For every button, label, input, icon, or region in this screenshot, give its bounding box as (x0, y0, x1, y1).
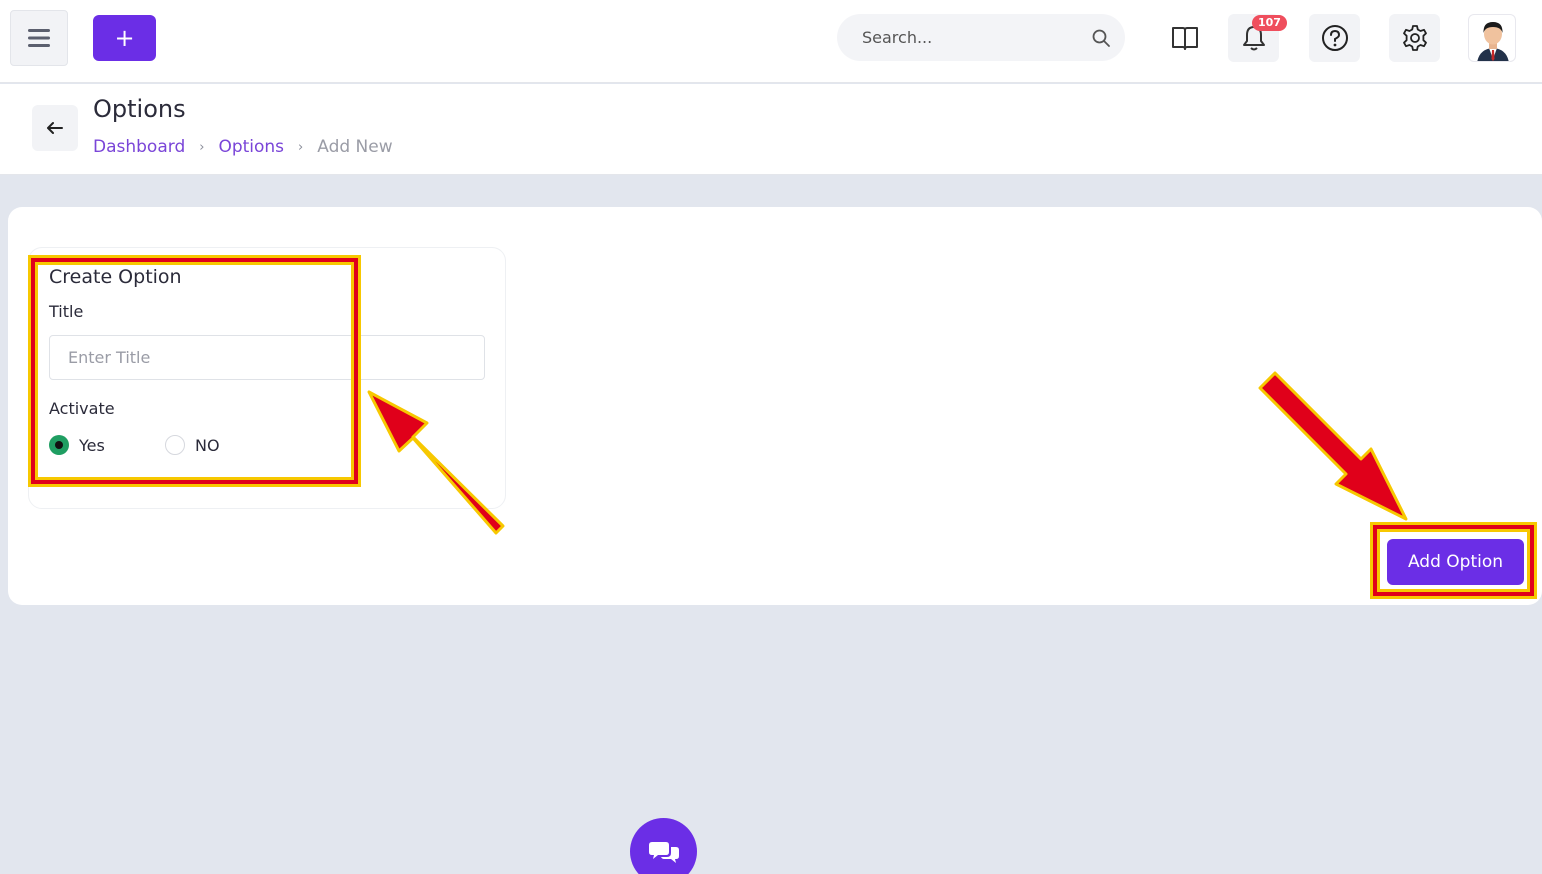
search-icon[interactable] (1091, 28, 1111, 48)
hamburger-icon (28, 29, 50, 47)
search-box[interactable] (837, 14, 1125, 61)
title-label: Title (49, 302, 84, 321)
radio-no-label: NO (195, 435, 220, 455)
help-button[interactable] (1309, 14, 1360, 62)
search-input[interactable] (862, 28, 1091, 47)
radio-checked-icon (49, 435, 69, 455)
chevron-right-icon: › (298, 139, 304, 155)
title-input[interactable] (49, 335, 485, 380)
back-button[interactable] (32, 105, 78, 151)
activate-yes-radio[interactable]: Yes (49, 435, 105, 455)
notification-badge: 107 (1252, 15, 1287, 31)
radio-unchecked-icon (165, 435, 185, 455)
radio-yes-label: Yes (79, 435, 105, 455)
notifications-button[interactable]: 107 (1228, 14, 1287, 62)
settings-button[interactable] (1389, 14, 1440, 62)
breadcrumb-dashboard[interactable]: Dashboard (93, 137, 185, 157)
breadcrumb-options[interactable]: Options (218, 137, 284, 157)
plus-icon: + (114, 24, 135, 52)
add-option-button[interactable]: Add Option (1387, 539, 1524, 585)
top-bar: + 107 (0, 0, 1542, 83)
add-new-button[interactable]: + (93, 15, 156, 61)
chevron-right-icon: › (199, 139, 205, 155)
page-title: Options (93, 95, 186, 123)
form-heading: Create Option (49, 266, 182, 288)
activate-no-radio[interactable]: NO (165, 435, 220, 455)
user-avatar[interactable] (1468, 14, 1516, 62)
help-icon (1321, 25, 1348, 51)
chat-button[interactable] (630, 818, 697, 874)
gear-icon (1402, 25, 1427, 51)
back-arrow-icon (47, 122, 63, 134)
book-icon (1171, 27, 1198, 50)
avatar-image (1477, 22, 1509, 61)
page-header: Options Dashboard › Options › Add New (0, 84, 1542, 175)
activate-label: Activate (49, 399, 115, 418)
docs-button[interactable] (1159, 14, 1210, 62)
breadcrumb: Dashboard › Options › Add New (93, 137, 393, 157)
menu-button[interactable] (10, 10, 68, 66)
breadcrumb-add-new: Add New (317, 137, 393, 157)
chat-icon (648, 841, 679, 863)
